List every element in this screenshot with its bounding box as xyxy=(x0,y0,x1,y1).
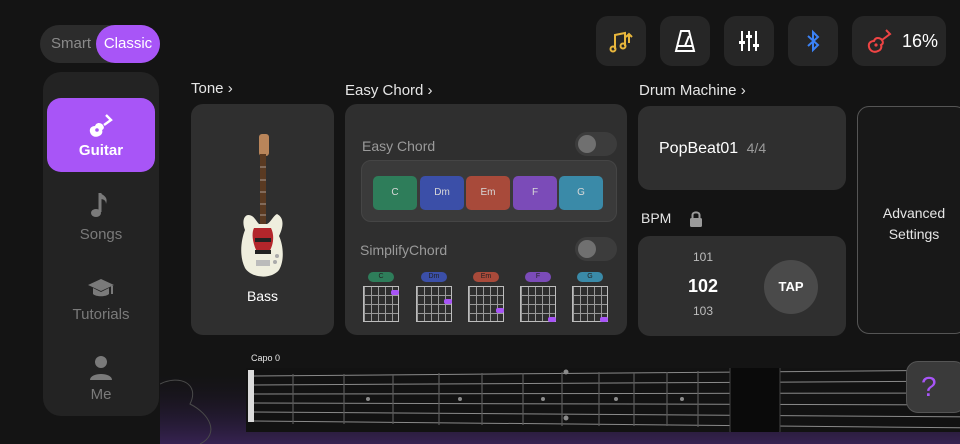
advanced-settings-button[interactable]: Advanced Settings xyxy=(857,106,960,334)
bluetooth-icon xyxy=(807,29,820,53)
bpm-label: BPM xyxy=(641,210,672,226)
guitar-icon xyxy=(867,29,892,53)
chord-button-em[interactable]: Em xyxy=(466,176,510,210)
metronome-button[interactable] xyxy=(660,16,710,66)
advanced-settings-line2: Settings xyxy=(888,226,940,242)
fretboard[interactable] xyxy=(246,368,960,432)
drum-machine-title: Drum Machine xyxy=(639,82,737,99)
mini-chord-grid xyxy=(363,286,399,322)
help-icon: ? xyxy=(921,371,937,402)
capo-label: Capo 0 xyxy=(251,353,281,363)
simplify-chord-label: SimplifyChord xyxy=(360,242,448,258)
mixer-sliders-icon xyxy=(739,31,759,51)
mini-chord-grid xyxy=(572,286,608,322)
mode-classic-option[interactable]: Classic xyxy=(96,25,160,63)
easy-chord-toggle-label: Easy Chord xyxy=(362,138,436,154)
mini-chord-diagram: G xyxy=(572,272,608,322)
chord-button-dm[interactable]: Dm xyxy=(420,176,464,210)
tone-section-link[interactable]: Tone › xyxy=(191,80,233,97)
music-note-icon xyxy=(91,193,107,217)
time-signature: 4/4 xyxy=(746,140,767,156)
mode-smart-option[interactable]: Smart xyxy=(40,25,102,63)
bluetooth-button[interactable] xyxy=(788,16,838,66)
bpm-current[interactable]: 102 xyxy=(638,276,768,297)
sidebar-item-songs[interactable]: Songs xyxy=(47,190,155,243)
mode-toggle[interactable]: Smart Classic xyxy=(40,25,160,63)
drum-pattern-name: PopBeat01 xyxy=(659,140,739,157)
bpm-card: 101 102 103 TAP xyxy=(638,236,846,336)
finger-dot xyxy=(444,299,452,304)
drum-pattern-row: PopBeat01 4/4 xyxy=(659,140,766,158)
mini-chord-label: C xyxy=(368,272,394,282)
sidebar-item-label: Tutorials xyxy=(72,306,130,323)
sidebar-item-label: Songs xyxy=(79,226,123,243)
easy-chord-toggle[interactable] xyxy=(575,132,617,156)
chevron-right-icon: › xyxy=(736,82,746,99)
music-note-up-icon xyxy=(609,31,633,53)
sidebar: Guitar Songs Tutorials Me xyxy=(43,72,159,416)
chord-button-group: C Dm Em F G xyxy=(361,160,617,222)
finger-dot xyxy=(548,317,556,322)
mini-chord-diagram: Dm xyxy=(416,272,452,322)
guitar-battery-button[interactable]: 16% xyxy=(852,16,946,66)
bass-guitar-image xyxy=(241,134,283,277)
guitar-icon xyxy=(89,113,113,137)
simplify-chord-toggle[interactable] xyxy=(575,237,617,261)
mini-chord-label: F xyxy=(525,272,551,282)
easy-chord-title: Easy Chord xyxy=(345,82,424,99)
sidebar-item-tutorials[interactable]: Tutorials xyxy=(47,276,155,323)
sidebar-item-label: Guitar xyxy=(78,141,124,159)
chord-button-g[interactable]: G xyxy=(559,176,603,210)
bpm-prev[interactable]: 101 xyxy=(638,250,768,264)
finger-dot xyxy=(496,308,504,313)
easy-chord-card: Easy Chord C Dm Em F G SimplifyChord C D… xyxy=(345,104,627,335)
mini-chord-grid xyxy=(520,286,556,322)
mini-chord-diagram: F xyxy=(520,272,556,322)
mini-chord-label: Em xyxy=(473,272,499,282)
easy-chord-section-link[interactable]: Easy Chord › xyxy=(345,82,433,99)
music-note-up-button[interactable] xyxy=(596,16,646,66)
lock-icon[interactable] xyxy=(688,210,704,228)
sidebar-item-me[interactable]: Me xyxy=(47,354,155,403)
mini-chord-label: Dm xyxy=(421,272,447,282)
sidebar-item-guitar[interactable]: Guitar xyxy=(47,98,155,172)
tap-button[interactable]: TAP xyxy=(764,260,818,314)
sidebar-item-label: Me xyxy=(90,386,112,403)
chord-button-f[interactable]: F xyxy=(513,176,557,210)
finger-dot xyxy=(391,290,399,295)
tone-card[interactable]: Bass xyxy=(191,104,334,335)
advanced-settings-line1: Advanced xyxy=(882,205,946,221)
chord-button-c[interactable]: C xyxy=(373,176,417,210)
mini-chord-diagram: Em xyxy=(468,272,504,322)
drum-machine-section-link[interactable]: Drum Machine › xyxy=(639,82,746,99)
instrument-name: Bass xyxy=(246,288,279,304)
finger-dot xyxy=(600,317,608,322)
mixer-button[interactable] xyxy=(724,16,774,66)
tone-title: Tone xyxy=(191,80,224,97)
person-icon xyxy=(90,356,112,380)
battery-percent: 16% xyxy=(902,30,939,51)
mini-chord-grid xyxy=(416,286,452,322)
advanced-settings-label: Advanced Settings xyxy=(858,203,960,245)
bpm-next[interactable]: 103 xyxy=(638,304,768,318)
chevron-right-icon: › xyxy=(423,82,433,99)
mini-chord-grid xyxy=(468,286,504,322)
metronome-icon xyxy=(674,30,696,52)
graduation-cap-icon xyxy=(88,279,114,297)
chevron-right-icon: › xyxy=(223,80,233,97)
help-button[interactable]: ? xyxy=(906,361,960,413)
mini-chord-label: G xyxy=(577,272,603,282)
drum-pattern-card[interactable]: PopBeat01 4/4 xyxy=(638,106,846,190)
mini-chord-diagram: C xyxy=(363,272,399,322)
